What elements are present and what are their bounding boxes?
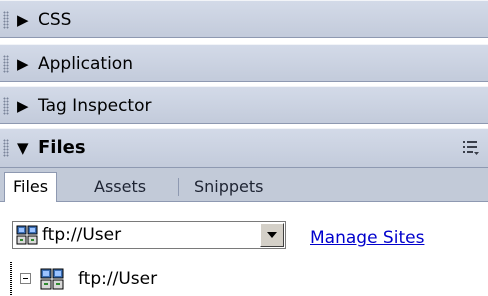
tab-bar: Files Assets Snippets (0, 168, 488, 203)
ftp-site-icon (40, 268, 64, 290)
panel-header-css[interactable]: ▶ CSS (0, 0, 488, 38)
tab-assets[interactable]: Assets (86, 175, 154, 202)
triangle-down-icon: ▼ (17, 139, 29, 157)
triangle-right-icon: ▶ (17, 97, 29, 115)
panel-header-application[interactable]: ▶ Application (0, 44, 488, 82)
ftp-site-icon (16, 225, 38, 245)
panel-header-files[interactable]: ▼ Files (0, 128, 488, 168)
triangle-right-icon: ▶ (17, 11, 29, 29)
panel-header-tag-inspector[interactable]: ▶ Tag Inspector (0, 86, 488, 124)
panel-title-files: Files (38, 137, 86, 158)
grip-icon[interactable] (3, 139, 9, 157)
grip-icon[interactable] (3, 97, 9, 115)
file-tree: ftp://User (0, 262, 488, 296)
panel-title-application: Application (38, 54, 133, 74)
site-selector-dropdown[interactable]: ftp://User (12, 221, 286, 249)
tree-item-label[interactable]: ftp://User (78, 266, 157, 292)
tab-snippets[interactable]: Snippets (186, 175, 272, 202)
grip-icon[interactable] (3, 55, 9, 73)
grip-icon[interactable] (3, 11, 9, 29)
site-selector-value: ftp://User (42, 225, 122, 245)
manage-sites-link[interactable]: Manage Sites (310, 226, 424, 250)
minus-box-icon[interactable] (20, 273, 31, 284)
panel-options-icon[interactable] (462, 139, 480, 157)
dropdown-button[interactable] (260, 223, 284, 247)
tree-guide-line (10, 262, 12, 296)
panel-title-css: CSS (38, 10, 72, 30)
panel-title-tag-inspector: Tag Inspector (38, 96, 152, 116)
tab-separator (178, 178, 179, 196)
tab-files[interactable]: Files (4, 172, 58, 203)
triangle-right-icon: ▶ (17, 55, 29, 73)
chevron-down-icon (267, 232, 277, 238)
